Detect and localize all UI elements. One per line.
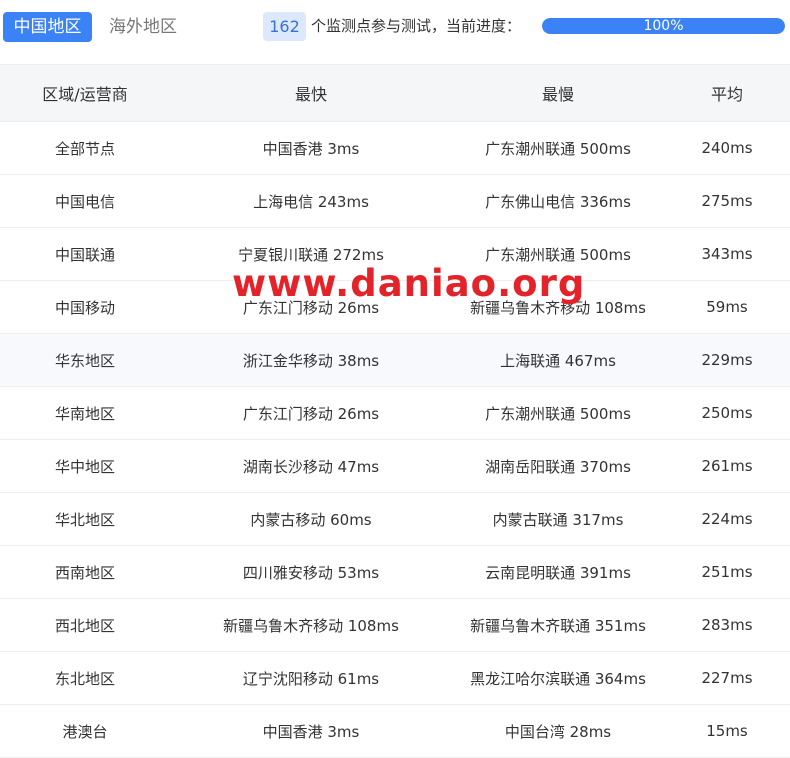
cell-slowest: 广东佛山电信 336ms (452, 174, 664, 228)
cell-region: 华南地区 (0, 386, 170, 440)
cell-fastest: 广东江门移动 26ms (170, 386, 452, 440)
monitor-status-text: 个监测点参与测试，当前进度： (311, 17, 522, 35)
cell-average: 275ms (664, 174, 790, 228)
progress-label: 100% (643, 18, 684, 34)
cell-fastest: 上海电信 243ms (170, 174, 452, 228)
cell-region: 西北地区 (0, 598, 170, 652)
cell-region: 中国联通 (0, 227, 170, 281)
cell-fastest: 宁夏银川联通 272ms (170, 227, 452, 281)
table-row: 港澳台 中国香港 3ms 中国台湾 28ms 15ms (0, 704, 790, 758)
table-row: 全部节点 中国香港 3ms 广东潮州联通 500ms 240ms (0, 121, 790, 175)
header-region: 区域/运营商 (0, 64, 170, 122)
cell-fastest: 中国香港 3ms (170, 121, 452, 175)
cell-region: 华东地区 (0, 333, 170, 387)
table-header-row: 区域/运营商 最快 最慢 平均 (0, 64, 790, 122)
cell-average: 261ms (664, 439, 790, 493)
latency-table: 区域/运营商 最快 最慢 平均 全部节点 中国香港 3ms 广东潮州联通 500… (0, 64, 790, 758)
tab-overseas-region[interactable]: 海外地区 (103, 12, 195, 42)
cell-region: 全部节点 (0, 121, 170, 175)
cell-slowest: 黑龙江哈尔滨联通 364ms (452, 651, 664, 705)
cell-slowest: 中国台湾 28ms (452, 704, 664, 758)
cell-slowest: 新疆乌鲁木齐移动 108ms (452, 280, 664, 334)
cell-slowest: 广东潮州联通 500ms (452, 386, 664, 440)
cell-average: 15ms (664, 704, 790, 758)
cell-fastest: 辽宁沈阳移动 61ms (170, 651, 452, 705)
header-slowest: 最慢 (452, 64, 664, 122)
table-row: 中国联通 宁夏银川联通 272ms 广东潮州联通 500ms 343ms (0, 227, 790, 281)
cell-fastest: 中国香港 3ms (170, 704, 452, 758)
cell-region: 华中地区 (0, 439, 170, 493)
table-row: 中国电信 上海电信 243ms 广东佛山电信 336ms 275ms (0, 174, 790, 228)
cell-fastest: 湖南长沙移动 47ms (170, 439, 452, 493)
table-row: 西南地区 四川雅安移动 53ms 云南昆明联通 391ms 251ms (0, 545, 790, 599)
table-row: 华中地区 湖南长沙移动 47ms 湖南岳阳联通 370ms 261ms (0, 439, 790, 493)
table-row: 西北地区 新疆乌鲁木齐移动 108ms 新疆乌鲁木齐联通 351ms 283ms (0, 598, 790, 652)
table-row: 华北地区 内蒙古移动 60ms 内蒙古联通 317ms 224ms (0, 492, 790, 546)
cell-average: 227ms (664, 651, 790, 705)
cell-region: 中国电信 (0, 174, 170, 228)
table-row: 华南地区 广东江门移动 26ms 广东潮州联通 500ms 250ms (0, 386, 790, 440)
progress-bar: 100% (542, 18, 785, 34)
tab-china-region[interactable]: 中国地区 (3, 12, 92, 42)
header-average: 平均 (664, 64, 790, 122)
cell-fastest: 四川雅安移动 53ms (170, 545, 452, 599)
cell-fastest: 浙江金华移动 38ms (170, 333, 452, 387)
cell-average: 59ms (664, 280, 790, 334)
cell-region: 华北地区 (0, 492, 170, 546)
cell-slowest: 新疆乌鲁木齐联通 351ms (452, 598, 664, 652)
cell-slowest: 云南昆明联通 391ms (452, 545, 664, 599)
cell-average: 240ms (664, 121, 790, 175)
cell-average: 224ms (664, 492, 790, 546)
cell-average: 343ms (664, 227, 790, 281)
cell-region: 中国移动 (0, 280, 170, 334)
cell-region: 西南地区 (0, 545, 170, 599)
cell-region: 东北地区 (0, 651, 170, 705)
cell-average: 283ms (664, 598, 790, 652)
cell-slowest: 广东潮州联通 500ms (452, 121, 664, 175)
top-bar: 中国地区 海外地区 162 个监测点参与测试，当前进度： 100% (0, 0, 790, 56)
monitor-count-badge: 162 (263, 12, 306, 41)
cell-slowest: 广东潮州联通 500ms (452, 227, 664, 281)
cell-fastest: 广东江门移动 26ms (170, 280, 452, 334)
cell-region: 港澳台 (0, 704, 170, 758)
cell-average: 251ms (664, 545, 790, 599)
cell-slowest: 内蒙古联通 317ms (452, 492, 664, 546)
cell-fastest: 新疆乌鲁木齐移动 108ms (170, 598, 452, 652)
table-row: 中国移动 广东江门移动 26ms 新疆乌鲁木齐移动 108ms 59ms (0, 280, 790, 334)
table-row: 东北地区 辽宁沈阳移动 61ms 黑龙江哈尔滨联通 364ms 227ms (0, 651, 790, 705)
table-row: 华东地区 浙江金华移动 38ms 上海联通 467ms 229ms (0, 333, 790, 387)
header-fastest: 最快 (170, 64, 452, 122)
cell-average: 250ms (664, 386, 790, 440)
cell-average: 229ms (664, 333, 790, 387)
cell-slowest: 湖南岳阳联通 370ms (452, 439, 664, 493)
cell-fastest: 内蒙古移动 60ms (170, 492, 452, 546)
cell-slowest: 上海联通 467ms (452, 333, 664, 387)
